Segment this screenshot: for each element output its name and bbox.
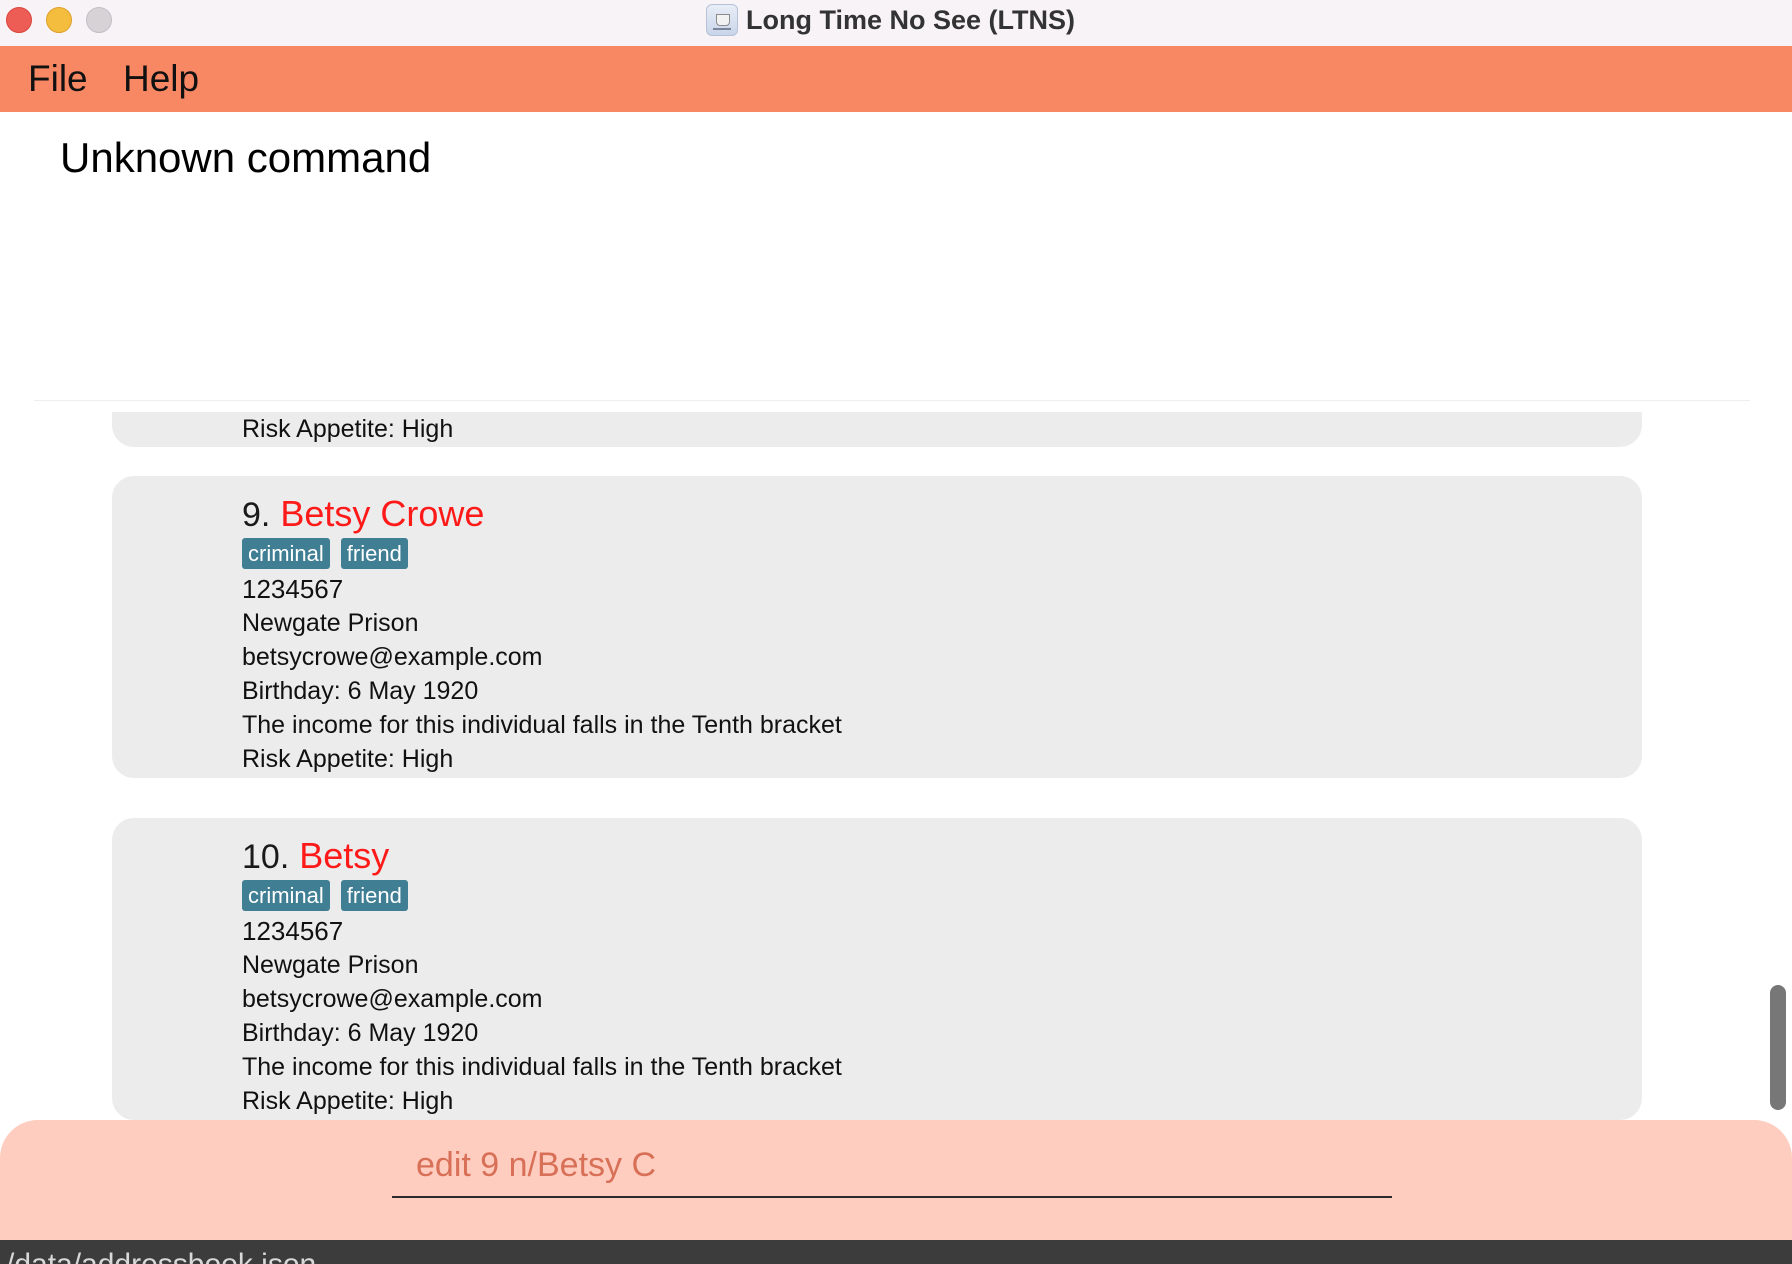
card-phone: 1234567 [242,916,344,946]
card-risk-appetite: Risk Appetite: High [242,745,454,773]
person-card[interactable]: 10. Betsy criminal friend 1234567 Newgate … [112,818,1642,1120]
card-email: betsycrowe@example.com [242,985,543,1013]
tag-friend: friend [340,538,408,569]
card-tags: criminal friend [242,538,842,572]
person-card[interactable]: 9. Betsy Crowe criminal friend 1234567 New… [112,476,1642,778]
card-risk-appetite: Risk Appetite: High [242,1087,454,1115]
tag-criminal: criminal [242,880,330,911]
card-income: The income for this individual falls in … [242,711,842,739]
card-content: 10. Betsy criminal friend 1234567 Newgate … [242,832,842,1118]
person-card[interactable]: Risk Appetite: High [112,412,1642,447]
card-phone: 1234567 [242,574,344,604]
card-income: The income for this individual falls in … [242,1053,842,1081]
card-index: 9. [242,496,271,534]
menu-bar: File Help [0,46,1792,112]
card-content: 9. Betsy Crowe criminal friend 1234567 New… [242,490,842,776]
zoom-window-button[interactable] [86,7,112,33]
card-name: Betsy [299,835,390,876]
status-file-path: /data/addressbook.json [6,1248,316,1264]
app-window: Long Time No See (LTNS) File Help Unknow… [0,0,1792,1264]
card-address: Newgate Prison [242,951,419,979]
result-display: Unknown command [34,112,1750,401]
card-risk-appetite: Risk Appetite: High [242,415,454,443]
card-birthday: Birthday: 6 May 1920 [242,1019,479,1047]
command-input[interactable] [392,1134,1392,1198]
card-birthday: Birthday: 6 May 1920 [242,677,479,705]
tag-criminal: criminal [242,538,330,569]
menu-file[interactable]: File [28,46,88,112]
card-header: 9. Betsy Crowe [242,490,842,538]
close-window-button[interactable] [6,7,32,33]
status-bar: /data/addressbook.json [0,1240,1792,1264]
command-box [0,1120,1792,1240]
card-header: 10. Betsy [242,832,842,880]
card-tags: criminal friend [242,880,842,914]
tag-friend: friend [340,880,408,911]
card-index: 10. [242,838,290,876]
menu-help[interactable]: Help [123,46,199,112]
minimize-window-button[interactable] [46,7,72,33]
result-message: Unknown command [60,134,432,181]
person-list[interactable]: Risk Appetite: High 9. Betsy Crowe crimin… [0,412,1792,1120]
card-name: Betsy Crowe [280,493,485,534]
card-email: betsycrowe@example.com [242,643,543,671]
title-bar: Long Time No See (LTNS) [0,0,1792,47]
list-scrollbar[interactable] [1770,985,1786,1110]
app-icon [706,4,738,36]
window-title: Long Time No See (LTNS) [746,5,1076,35]
card-address: Newgate Prison [242,609,419,637]
